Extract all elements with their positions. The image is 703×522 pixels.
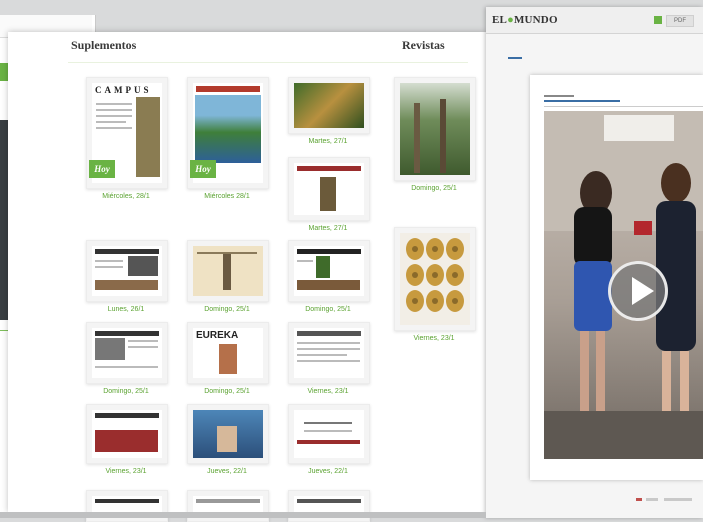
supplement-cover-1[interactable]: CAMPUS Hoy	[86, 77, 168, 189]
supplement-card-9[interactable]: EUREKA Domingo, 25/1	[187, 322, 269, 395]
supplement-card-12[interactable]: Jueves, 22/1	[187, 404, 269, 475]
supplement-cover-7[interactable]	[288, 240, 370, 302]
supplement-card-3[interactable]: Martes, 27/1	[288, 77, 370, 145]
supplement-cover-11[interactable]	[86, 404, 168, 464]
article-kicker	[544, 95, 574, 97]
magazine-date-1[interactable]: Domingo, 25/1	[394, 185, 474, 192]
cover-masthead: CAMPUS	[95, 85, 152, 95]
supplement-card-4[interactable]: Martes, 27/1	[288, 157, 370, 232]
supplement-card-6[interactable]: Domingo, 25/1	[187, 240, 269, 313]
play-icon[interactable]	[608, 261, 668, 321]
viewer-page-controls[interactable]	[636, 496, 694, 504]
viewer-toolbar: EL●MUNDO PDF	[486, 7, 703, 34]
supplement-cover-5[interactable]	[86, 240, 168, 302]
supplement-cover-12[interactable]	[187, 404, 269, 464]
supplement-date-7[interactable]: Domingo, 25/1	[288, 306, 368, 313]
magazine-date-2[interactable]: Viernes, 23/1	[394, 335, 474, 342]
article-video-thumbnail[interactable]	[544, 111, 703, 459]
background-window-panel	[0, 120, 8, 320]
pdf-button[interactable]: PDF	[666, 15, 694, 27]
magazine-card-1[interactable]: Domingo, 25/1	[394, 77, 476, 192]
supplement-card-8[interactable]: Domingo, 25/1	[86, 322, 168, 395]
supplement-date-5[interactable]: Lunes, 26/1	[86, 306, 166, 313]
magazine-card-2[interactable]: Viernes, 23/1	[394, 227, 476, 342]
supplement-card-13[interactable]: Jueves, 22/1	[288, 404, 370, 475]
supplement-cover-10[interactable]	[288, 322, 370, 384]
logo-right-text: MUNDO	[513, 14, 558, 26]
supplement-date-6[interactable]: Domingo, 25/1	[187, 306, 267, 313]
logo-left-text: EL	[492, 14, 508, 26]
heading-divider	[68, 62, 468, 63]
supplement-cover-3[interactable]	[288, 77, 370, 134]
supplement-cover-2[interactable]: Hoy	[187, 77, 269, 189]
supplement-card-5[interactable]: Lunes, 26/1	[86, 240, 168, 313]
viewer-window: EL●MUNDO PDF	[486, 7, 703, 518]
supplement-date-4[interactable]: Martes, 27/1	[288, 225, 368, 232]
supplement-card-2[interactable]: Hoy Miércoles 28/1	[187, 77, 269, 200]
supplement-card-1[interactable]: CAMPUS Hoy Miércoles, 28/1	[86, 77, 168, 200]
supplements-heading: Suplementos	[71, 38, 137, 52]
supplement-date-12[interactable]: Jueves, 22/1	[187, 468, 267, 475]
supplement-cover-9[interactable]: EUREKA	[187, 322, 269, 384]
supplement-card-10[interactable]: Viernes, 23/1	[288, 322, 370, 395]
magazine-cover-2[interactable]	[394, 227, 476, 331]
globe-icon: ●	[507, 14, 514, 26]
supplement-cover-6[interactable]	[187, 240, 269, 302]
newspaper-logo: EL●MUNDO	[492, 14, 558, 26]
supplement-date-2[interactable]: Miércoles 28/1	[187, 193, 267, 200]
supplement-date-3[interactable]: Martes, 27/1	[288, 138, 368, 145]
desktop-bottom-strip	[0, 512, 486, 518]
supplement-cover-8[interactable]	[86, 322, 168, 384]
article-page	[530, 75, 703, 480]
today-badge: Hoy	[89, 160, 115, 178]
supplement-date-11[interactable]: Viernes, 23/1	[86, 468, 166, 475]
today-badge: Hoy	[190, 160, 216, 178]
article-headline-link[interactable]	[544, 100, 620, 102]
magazines-heading: Revistas	[402, 38, 445, 52]
supplement-card-11[interactable]: Viernes, 23/1	[86, 404, 168, 475]
green-square-icon[interactable]	[654, 16, 662, 24]
magazine-cover-1[interactable]	[394, 77, 476, 181]
supplement-date-13[interactable]: Jueves, 22/1	[288, 468, 368, 475]
supplement-cover-4[interactable]	[288, 157, 370, 221]
supplement-date-8[interactable]: Domingo, 25/1	[86, 388, 166, 395]
magazine-cover-art	[406, 238, 464, 312]
kiosk-window: Suplementos Revistas CAMPUS Hoy Miércole…	[8, 32, 486, 522]
cover-masthead: EUREKA	[196, 330, 239, 341]
supplement-date-10[interactable]: Viernes, 23/1	[288, 388, 368, 395]
article-divider	[544, 106, 703, 107]
supplement-date-9[interactable]: Domingo, 25/1	[187, 388, 267, 395]
viewer-breadcrumb-link[interactable]	[508, 57, 522, 59]
supplement-date-1[interactable]: Miércoles, 28/1	[86, 193, 166, 200]
supplement-cover-13[interactable]	[288, 404, 370, 464]
supplement-card-7[interactable]: Domingo, 25/1	[288, 240, 370, 313]
